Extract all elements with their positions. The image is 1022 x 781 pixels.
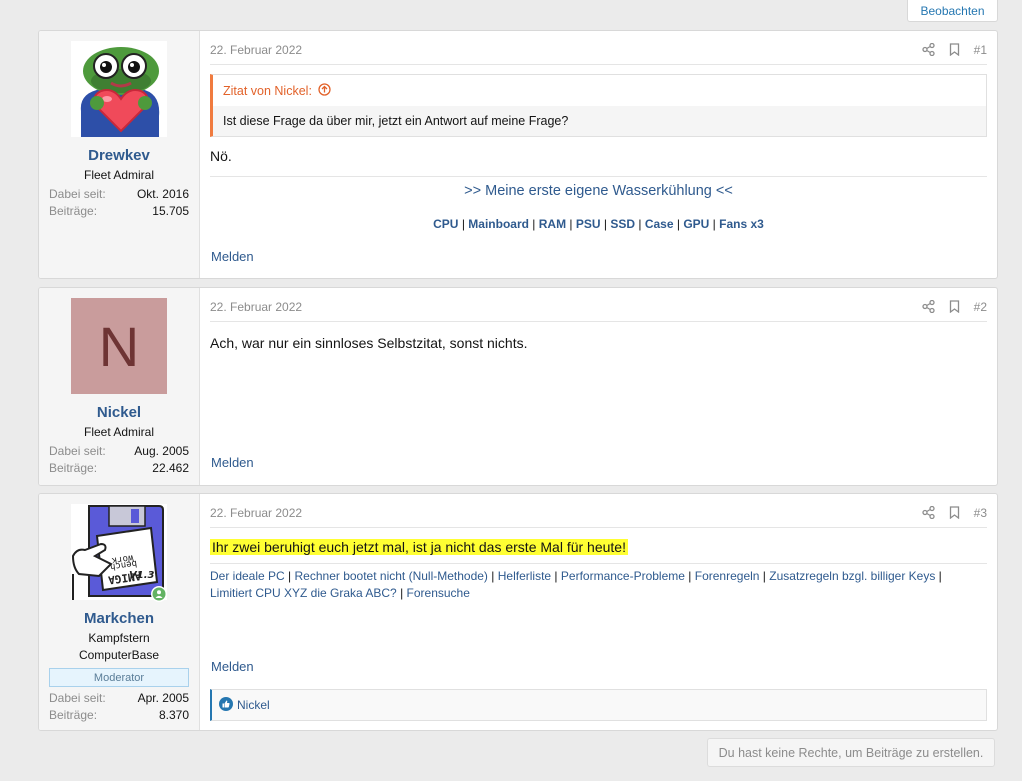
post-number[interactable]: #1 — [974, 43, 987, 57]
signature: >> Meine erste eigene Wasserkühlung << C… — [210, 176, 987, 231]
share-icon[interactable] — [921, 43, 935, 56]
share-icon[interactable] — [921, 300, 935, 313]
moderator-badge: Moderator — [49, 668, 189, 687]
sig-link-gpu[interactable]: GPU — [683, 217, 709, 231]
post-content: 22. Februar 2022 #3 Ihr zwei beruhigt eu… — [200, 494, 997, 730]
bookmark-icon[interactable] — [949, 506, 960, 519]
username[interactable]: Markchen — [39, 610, 199, 627]
sig-link-performance[interactable]: Performance-Probleme — [561, 569, 685, 583]
joined-label: Dabei seit: — [49, 444, 106, 458]
sig-link-ideal-pc[interactable]: Der ideale PC — [210, 569, 285, 583]
no-rights-notice: Du hast keine Rechte, um Beiträge zu ers… — [707, 738, 995, 767]
user-title-line2: ComputerBase — [78, 648, 160, 662]
svg-text:V1.3: V1.3 — [129, 570, 154, 581]
joined-label: Dabei seit: — [49, 187, 106, 201]
post-body: Nö. — [210, 148, 232, 164]
quote-header[interactable]: Zitat von Nickel: — [213, 75, 986, 106]
avatar[interactable]: N — [71, 298, 167, 394]
sig-link-psu[interactable]: PSU — [576, 217, 601, 231]
quote-block: Zitat von Nickel: Ist diese Frage da übe… — [210, 74, 987, 137]
share-icon[interactable] — [921, 506, 935, 519]
posts-value: 15.705 — [152, 204, 189, 218]
report-link[interactable]: Melden — [211, 659, 254, 674]
reaction-user[interactable]: Nickel — [237, 698, 270, 712]
post-2: N Nickel Fleet Admiral Dabei seit: Aug. 2… — [38, 287, 998, 486]
post-1: Drewkev Fleet Admiral Dabei seit: Okt. 20… — [38, 30, 998, 279]
user-panel: N Nickel Fleet Admiral Dabei seit: Aug. 2… — [39, 288, 200, 485]
sig-link-null-methode[interactable]: Rechner bootet nicht (Null-Methode) — [295, 569, 488, 583]
post-date[interactable]: 22. Februar 2022 — [210, 300, 302, 314]
joined-value: Apr. 2005 — [137, 691, 189, 705]
user-panel: Work bench AMIGA V1.3 Markchen Kampfster… — [39, 494, 200, 730]
online-status-icon — [151, 586, 167, 602]
signature-links: CPU | Mainboard | RAM | PSU | SSD | Case… — [433, 217, 764, 231]
user-panel: Drewkev Fleet Admiral Dabei seit: Okt. 20… — [39, 31, 200, 278]
sig-link-cpu[interactable]: CPU — [433, 217, 458, 231]
avatar[interactable]: Work bench AMIGA V1.3 — [71, 504, 167, 602]
bookmark-icon[interactable] — [949, 300, 960, 313]
post-date[interactable]: 22. Februar 2022 — [210, 506, 302, 520]
watch-thread-button[interactable]: Beobachten — [907, 0, 998, 22]
floppy-disk-avatar-icon: Work bench AMIGA V1.3 — [71, 504, 167, 600]
post-3: Work bench AMIGA V1.3 Markchen Kampfster… — [38, 493, 998, 731]
user-stats: Dabei seit: Aug. 2005 Beiträge: 22.462 — [39, 443, 199, 477]
post-date[interactable]: 22. Februar 2022 — [210, 43, 302, 57]
post-number[interactable]: #2 — [974, 300, 987, 314]
user-title: Fleet Admiral — [83, 168, 155, 182]
post-body: Ihr zwei beruhigt euch jetzt mal, ist ja… — [210, 538, 987, 556]
user-stats: Dabei seit: Okt. 2016 Beiträge: 15.705 — [39, 186, 199, 220]
post-actions: #1 — [921, 43, 987, 57]
post-header: 22. Februar 2022 #2 — [210, 288, 987, 322]
sig-link-forenregeln[interactable]: Forenregeln — [695, 569, 760, 583]
posts-label: Beiträge: — [49, 204, 98, 218]
quote-text: Ist diese Frage da über mir, jetzt ein A… — [223, 114, 569, 128]
joined-label: Dabei seit: — [49, 691, 106, 705]
post-content: 22. Februar 2022 #1 Zitat von Nickel: Is… — [200, 31, 997, 278]
post-content: 22. Februar 2022 #2 Ach, war nur ein sin… — [200, 288, 997, 485]
avatar[interactable] — [71, 41, 167, 137]
sig-link-fans[interactable]: Fans x3 — [719, 217, 764, 231]
posts-label: Beiträge: — [49, 708, 98, 722]
sig-link-zusatzregeln[interactable]: Zusatzregeln bzgl. billiger Keys — [769, 569, 935, 583]
sig-link-case[interactable]: Case — [645, 217, 674, 231]
arrow-up-circle-icon[interactable] — [318, 82, 331, 99]
user-title: Fleet Admiral — [83, 425, 155, 439]
signature: Der ideale PC | Rechner bootet nicht (Nu… — [210, 563, 987, 602]
post-header: 22. Februar 2022 #3 — [210, 494, 987, 528]
post-number[interactable]: #3 — [974, 506, 987, 520]
sig-link-ram[interactable]: RAM — [539, 217, 566, 231]
sig-link-limitiert[interactable]: Limitiert CPU XYZ die Graka ABC? — [210, 586, 397, 600]
signature-links: Der ideale PC | Rechner bootet nicht (Nu… — [210, 569, 942, 600]
user-title: Kampfstern ComputerBase — [39, 630, 199, 664]
like-icon — [219, 696, 233, 714]
joined-value: Okt. 2016 — [136, 187, 189, 201]
username[interactable]: Nickel — [39, 404, 199, 421]
post-actions: #3 — [921, 506, 987, 520]
user-stats: Dabei seit: Apr. 2005 Beiträge: 8.370 — [39, 690, 199, 724]
sig-link-forensuche[interactable]: Forensuche — [407, 586, 470, 600]
bookmark-icon[interactable] — [949, 43, 960, 56]
avatar-initial: N — [98, 314, 140, 378]
reactions-bar[interactable]: Nickel — [210, 689, 987, 721]
highlighted-text: Ihr zwei beruhigt euch jetzt mal, ist ja… — [210, 539, 628, 555]
report-link[interactable]: Melden — [211, 455, 254, 470]
sig-link-helferliste[interactable]: Helferliste — [498, 569, 551, 583]
post-body: Ach, war nur ein sinnloses Selbstzitat, … — [210, 335, 528, 351]
posts-value: 8.370 — [158, 708, 189, 722]
user-title-line1: Kampfstern — [88, 631, 150, 645]
joined-value: Aug. 2005 — [134, 444, 189, 458]
posts-label: Beiträge: — [49, 461, 98, 475]
post-header: 22. Februar 2022 #1 — [210, 31, 987, 65]
posts-value: 22.462 — [152, 461, 189, 475]
sig-link-mainboard[interactable]: Mainboard — [468, 217, 529, 231]
signature-headline-link[interactable]: >> Meine erste eigene Wasserkühlung << — [464, 183, 733, 199]
quote-author: Zitat von Nickel: — [223, 83, 312, 98]
frog-avatar-icon — [71, 41, 167, 137]
post-actions: #2 — [921, 300, 987, 314]
sig-link-ssd[interactable]: SSD — [610, 217, 635, 231]
username[interactable]: Drewkev — [39, 147, 199, 164]
report-link[interactable]: Melden — [211, 249, 254, 264]
